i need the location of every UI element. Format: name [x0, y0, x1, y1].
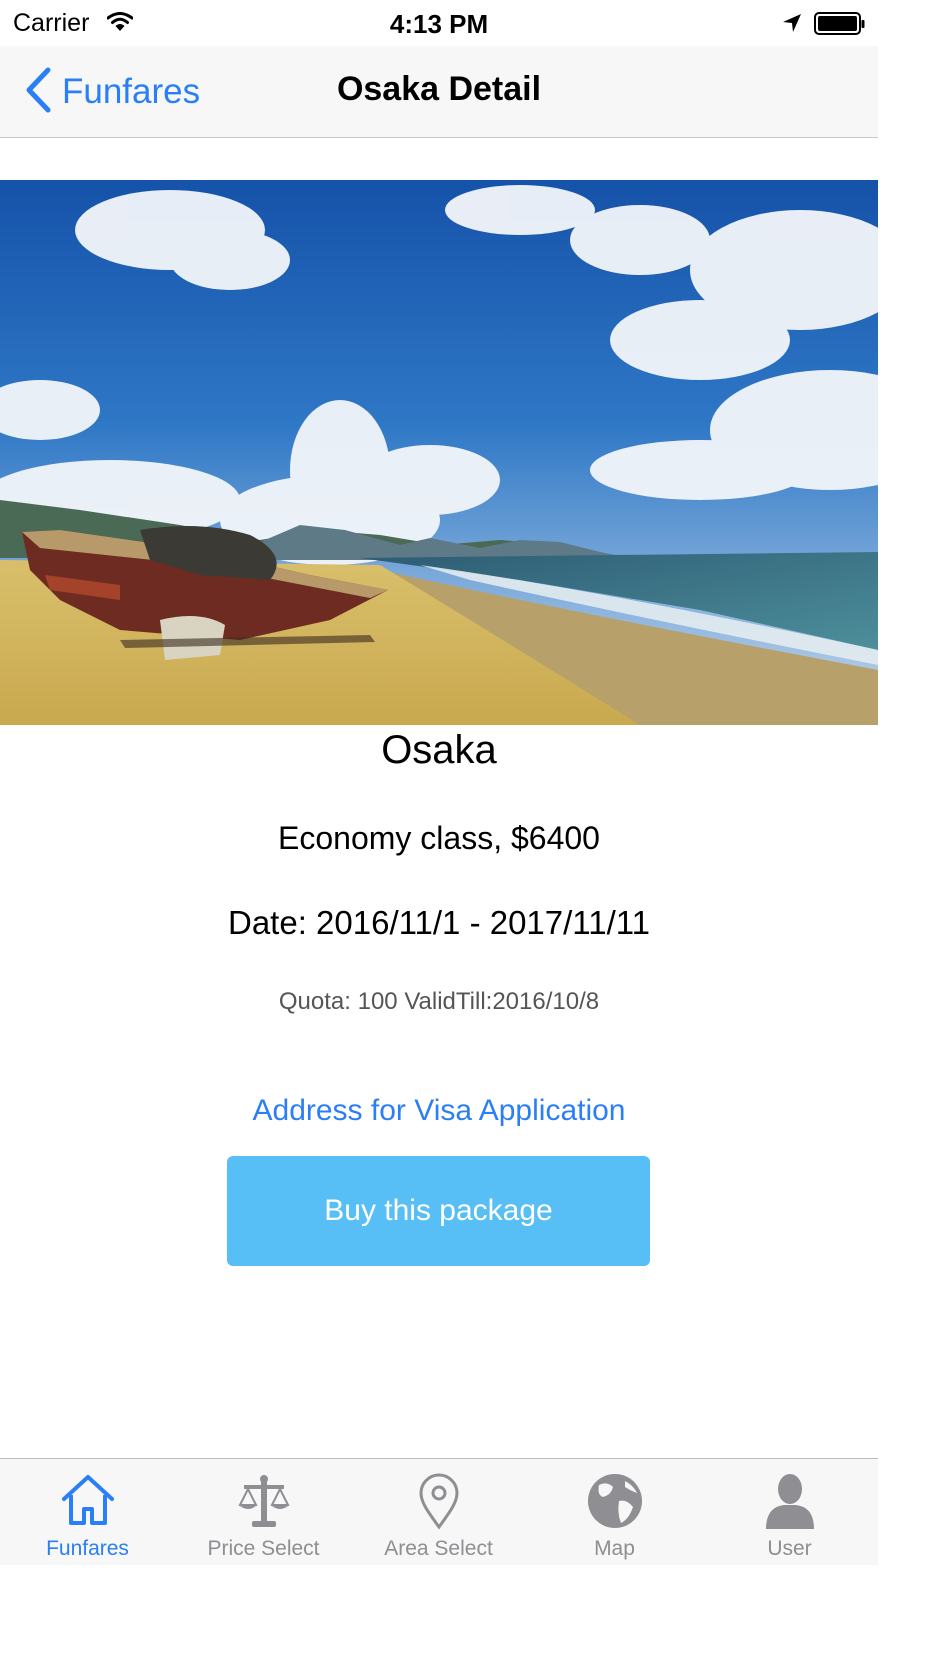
scales-icon — [176, 1471, 351, 1535]
battery-icon — [814, 12, 866, 41]
tab-label: Area Select — [384, 1537, 493, 1560]
screen: Carrier 4:13 PM Funfares Osaka Detail Os… — [0, 0, 878, 1664]
chevron-left-icon — [24, 67, 52, 118]
globe-icon — [527, 1471, 702, 1535]
status-time: 4:13 PM — [389, 9, 489, 39]
tab-funfares[interactable]: Funfares — [0, 1459, 175, 1565]
back-button-label: Funfares — [62, 72, 201, 111]
visa-address-link[interactable]: Address for Visa Application — [0, 1094, 878, 1128]
tab-user[interactable]: User — [702, 1459, 877, 1565]
tab-map[interactable]: Map — [527, 1459, 702, 1565]
tab-label: Funfares — [46, 1537, 129, 1560]
map-pin-icon — [351, 1471, 526, 1535]
home-icon — [0, 1471, 175, 1535]
tab-bar: Funfares Price Select Area Select Map Us… — [0, 1458, 878, 1565]
fare-class-price: Economy class, $6400 — [278, 820, 600, 856]
tab-area-select[interactable]: Area Select — [351, 1459, 526, 1565]
quota-valid-till: Quota: 100 ValidTill:2016/10/8 — [278, 988, 600, 1015]
tab-label: Price Select — [207, 1537, 320, 1560]
buy-package-label: Buy this package — [324, 1194, 553, 1227]
status-bar: Carrier 4:13 PM — [0, 0, 878, 46]
tab-label: User — [767, 1537, 812, 1560]
travel-dates: Date: 2016/11/1 - 2017/11/11 — [228, 904, 650, 941]
destination-photo — [0, 180, 878, 725]
back-button[interactable]: Funfares — [24, 67, 201, 118]
tab-price-select[interactable]: Price Select — [176, 1459, 351, 1565]
destination-name: Osaka — [381, 728, 497, 772]
user-icon — [702, 1471, 877, 1535]
navigation-bar: Funfares Osaka Detail — [0, 46, 878, 138]
tab-label: Map — [594, 1537, 635, 1560]
location-arrow-icon — [781, 12, 803, 39]
buy-package-button[interactable]: Buy this package — [227, 1156, 650, 1266]
